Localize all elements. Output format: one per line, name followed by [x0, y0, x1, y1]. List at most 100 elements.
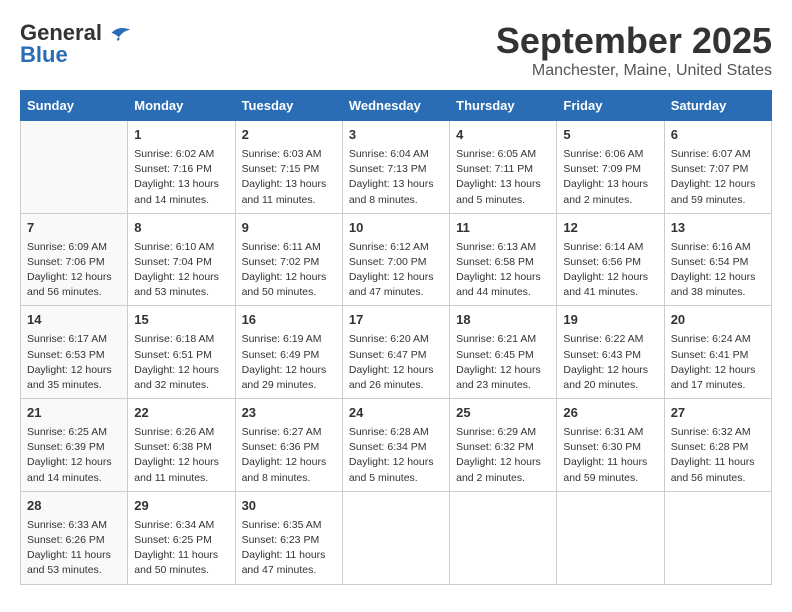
day-content: Sunrise: 6:34 AMSunset: 6:25 PMDaylight:…	[134, 518, 228, 579]
day-content: Sunrise: 6:02 AMSunset: 7:16 PMDaylight:…	[134, 147, 228, 208]
day-number: 7	[27, 219, 121, 238]
day-number: 4	[456, 126, 550, 145]
day-number: 26	[563, 404, 657, 423]
calendar-cell: 19Sunrise: 6:22 AMSunset: 6:43 PMDayligh…	[557, 306, 664, 399]
day-content: Sunrise: 6:18 AMSunset: 6:51 PMDaylight:…	[134, 332, 228, 393]
day-content: Sunrise: 6:25 AMSunset: 6:39 PMDaylight:…	[27, 425, 121, 486]
calendar-cell: 5 Sunrise: 6:06 AMSunset: 7:09 PMDaylight…	[557, 121, 664, 214]
day-content: Sunrise: 6:33 AMSunset: 6:26 PMDaylight:…	[27, 518, 121, 579]
day-number: 13	[671, 219, 765, 238]
calendar-week-5: 28 Sunrise: 6:33 AMSunset: 6:26 PMDayligh…	[21, 491, 772, 584]
calendar-cell: 23 Sunrise: 6:27 AMSunset: 6:36 PMDayligh…	[235, 399, 342, 492]
calendar-cell: 18 Sunrise: 6:21 AMSunset: 6:45 PMDayligh…	[450, 306, 557, 399]
day-header-wednesday: Wednesday	[342, 91, 449, 121]
day-content: Sunrise: 6:24 AMSunset: 6:41 PMDaylight:…	[671, 332, 765, 393]
day-number: 29	[134, 497, 228, 516]
day-number: 17	[349, 311, 443, 330]
day-number: 27	[671, 404, 765, 423]
calendar-cell	[664, 491, 771, 584]
day-number: 19	[563, 311, 657, 330]
location-title: Manchester, Maine, United States	[496, 62, 772, 80]
day-content: Sunrise: 6:26 AMSunset: 6:38 PMDaylight:…	[134, 425, 228, 486]
day-number: 11	[456, 219, 550, 238]
day-number: 5	[563, 126, 657, 145]
day-content: Sunrise: 6:17 AMSunset: 6:53 PMDaylight:…	[27, 332, 121, 393]
day-content: Sunrise: 6:11 AMSunset: 7:02 PMDaylight:…	[242, 240, 336, 301]
calendar-cell: 21Sunrise: 6:25 AMSunset: 6:39 PMDayligh…	[21, 399, 128, 492]
calendar-week-3: 14 Sunrise: 6:17 AMSunset: 6:53 PMDayligh…	[21, 306, 772, 399]
day-number: 10	[349, 219, 443, 238]
day-number: 22	[134, 404, 228, 423]
day-header-saturday: Saturday	[664, 91, 771, 121]
logo-bird-icon	[104, 23, 134, 43]
calendar-cell: 14 Sunrise: 6:17 AMSunset: 6:53 PMDayligh…	[21, 306, 128, 399]
calendar-cell: 27 Sunrise: 6:32 AMSunset: 6:28 PMDayligh…	[664, 399, 771, 492]
day-content: Sunrise: 6:35 AMSunset: 6:23 PMDaylight:…	[242, 518, 336, 579]
day-header-thursday: Thursday	[450, 91, 557, 121]
calendar-body: 1 Sunrise: 6:02 AMSunset: 7:16 PMDaylight…	[21, 121, 772, 585]
calendar-cell: 22 Sunrise: 6:26 AMSunset: 6:38 PMDayligh…	[128, 399, 235, 492]
calendar-cell: 10 Sunrise: 6:12 AMSunset: 7:00 PMDayligh…	[342, 213, 449, 306]
calendar-cell: 3Sunrise: 6:04 AMSunset: 7:13 PMDaylight…	[342, 121, 449, 214]
day-content: Sunrise: 6:31 AMSunset: 6:30 PMDaylight:…	[563, 425, 657, 486]
day-header-sunday: Sunday	[21, 91, 128, 121]
day-content: Sunrise: 6:16 AMSunset: 6:54 PMDaylight:…	[671, 240, 765, 301]
calendar-cell: 7Sunrise: 6:09 AMSunset: 7:06 PMDaylight…	[21, 213, 128, 306]
day-content: Sunrise: 6:28 AMSunset: 6:34 PMDaylight:…	[349, 425, 443, 486]
calendar-cell: 17 Sunrise: 6:20 AMSunset: 6:47 PMDayligh…	[342, 306, 449, 399]
day-header-monday: Monday	[128, 91, 235, 121]
page-header: General Blue September 2025 Manchester, …	[20, 20, 772, 80]
calendar-week-1: 1 Sunrise: 6:02 AMSunset: 7:16 PMDaylight…	[21, 121, 772, 214]
calendar-cell: 6 Sunrise: 6:07 AMSunset: 7:07 PMDaylight…	[664, 121, 771, 214]
calendar-cell	[342, 491, 449, 584]
calendar-cell	[21, 121, 128, 214]
day-content: Sunrise: 6:12 AMSunset: 7:00 PMDaylight:…	[349, 240, 443, 301]
calendar-cell: 8 Sunrise: 6:10 AMSunset: 7:04 PMDaylight…	[128, 213, 235, 306]
day-number: 30	[242, 497, 336, 516]
calendar-cell: 13 Sunrise: 6:16 AMSunset: 6:54 PMDayligh…	[664, 213, 771, 306]
day-number: 1	[134, 126, 228, 145]
day-number: 12	[563, 219, 657, 238]
title-block: September 2025 Manchester, Maine, United…	[496, 20, 772, 80]
day-content: Sunrise: 6:27 AMSunset: 6:36 PMDaylight:…	[242, 425, 336, 486]
day-content: Sunrise: 6:06 AMSunset: 7:09 PMDaylight:…	[563, 147, 657, 208]
day-number: 25	[456, 404, 550, 423]
calendar-week-2: 7Sunrise: 6:09 AMSunset: 7:06 PMDaylight…	[21, 213, 772, 306]
day-content: Sunrise: 6:13 AMSunset: 6:58 PMDaylight:…	[456, 240, 550, 301]
day-content: Sunrise: 6:32 AMSunset: 6:28 PMDaylight:…	[671, 425, 765, 486]
day-number: 20	[671, 311, 765, 330]
calendar-cell: 15Sunrise: 6:18 AMSunset: 6:51 PMDayligh…	[128, 306, 235, 399]
day-header-friday: Friday	[557, 91, 664, 121]
day-content: Sunrise: 6:20 AMSunset: 6:47 PMDaylight:…	[349, 332, 443, 393]
day-number: 6	[671, 126, 765, 145]
calendar-cell: 28 Sunrise: 6:33 AMSunset: 6:26 PMDayligh…	[21, 491, 128, 584]
calendar-cell	[557, 491, 664, 584]
calendar-header-row: SundayMondayTuesdayWednesdayThursdayFrid…	[21, 91, 772, 121]
day-content: Sunrise: 6:29 AMSunset: 6:32 PMDaylight:…	[456, 425, 550, 486]
day-number: 23	[242, 404, 336, 423]
calendar-cell: 16Sunrise: 6:19 AMSunset: 6:49 PMDayligh…	[235, 306, 342, 399]
calendar-cell: 12Sunrise: 6:14 AMSunset: 6:56 PMDayligh…	[557, 213, 664, 306]
calendar-cell: 29 Sunrise: 6:34 AMSunset: 6:25 PMDayligh…	[128, 491, 235, 584]
day-content: Sunrise: 6:21 AMSunset: 6:45 PMDaylight:…	[456, 332, 550, 393]
calendar-cell: 1 Sunrise: 6:02 AMSunset: 7:16 PMDaylight…	[128, 121, 235, 214]
logo: General Blue	[20, 20, 134, 68]
calendar-cell: 9 Sunrise: 6:11 AMSunset: 7:02 PMDaylight…	[235, 213, 342, 306]
day-number: 2	[242, 126, 336, 145]
day-content: Sunrise: 6:10 AMSunset: 7:04 PMDaylight:…	[134, 240, 228, 301]
calendar-week-4: 21Sunrise: 6:25 AMSunset: 6:39 PMDayligh…	[21, 399, 772, 492]
calendar-cell: 11 Sunrise: 6:13 AMSunset: 6:58 PMDayligh…	[450, 213, 557, 306]
day-content: Sunrise: 6:07 AMSunset: 7:07 PMDaylight:…	[671, 147, 765, 208]
day-number: 8	[134, 219, 228, 238]
day-number: 3	[349, 126, 443, 145]
day-number: 18	[456, 311, 550, 330]
day-number: 14	[27, 311, 121, 330]
day-number: 24	[349, 404, 443, 423]
calendar-cell: 4Sunrise: 6:05 AMSunset: 7:11 PMDaylight…	[450, 121, 557, 214]
day-number: 28	[27, 497, 121, 516]
calendar-cell: 20 Sunrise: 6:24 AMSunset: 6:41 PMDayligh…	[664, 306, 771, 399]
calendar-table: SundayMondayTuesdayWednesdayThursdayFrid…	[20, 90, 772, 585]
day-number: 9	[242, 219, 336, 238]
day-content: Sunrise: 6:19 AMSunset: 6:49 PMDaylight:…	[242, 332, 336, 393]
month-title: September 2025	[496, 20, 772, 62]
